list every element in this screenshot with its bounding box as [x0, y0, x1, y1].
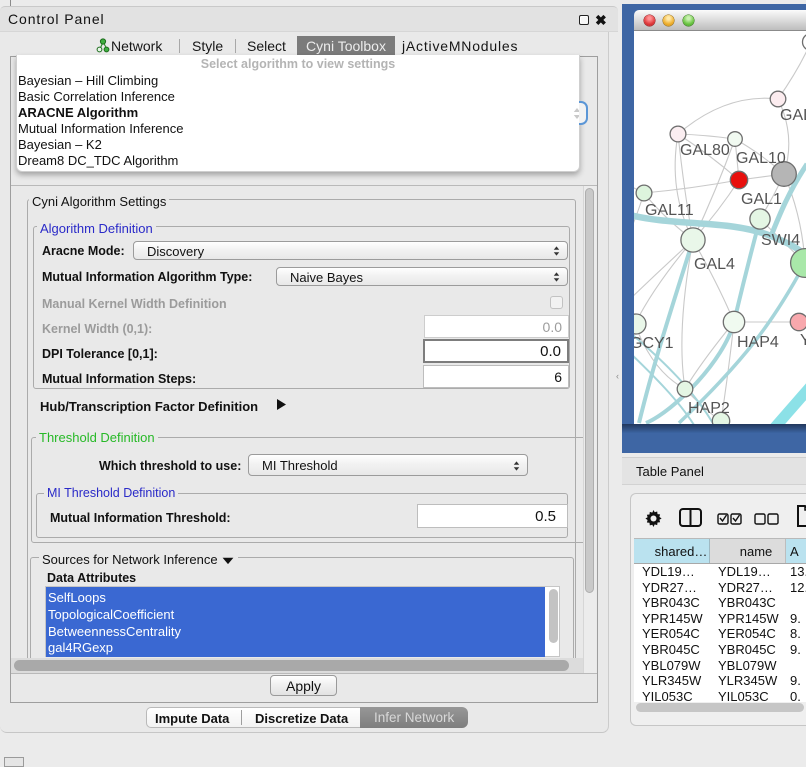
- svg-text:GCY1: GCY1: [634, 335, 674, 352]
- svg-text:GAL: GAL: [780, 107, 806, 124]
- svg-text:Y: Y: [800, 332, 806, 349]
- svg-text:GAL11: GAL11: [645, 202, 694, 219]
- svg-text:GAL1: GAL1: [741, 191, 782, 208]
- svg-text:HAP2: HAP2: [688, 400, 730, 417]
- svg-text:SWI4: SWI4: [761, 232, 800, 249]
- svg-text:GAL10: GAL10: [736, 150, 786, 167]
- svg-text:HAP4: HAP4: [737, 334, 779, 351]
- svg-text:GAL4: GAL4: [694, 256, 735, 273]
- svg-text:GAL80: GAL80: [680, 142, 730, 159]
